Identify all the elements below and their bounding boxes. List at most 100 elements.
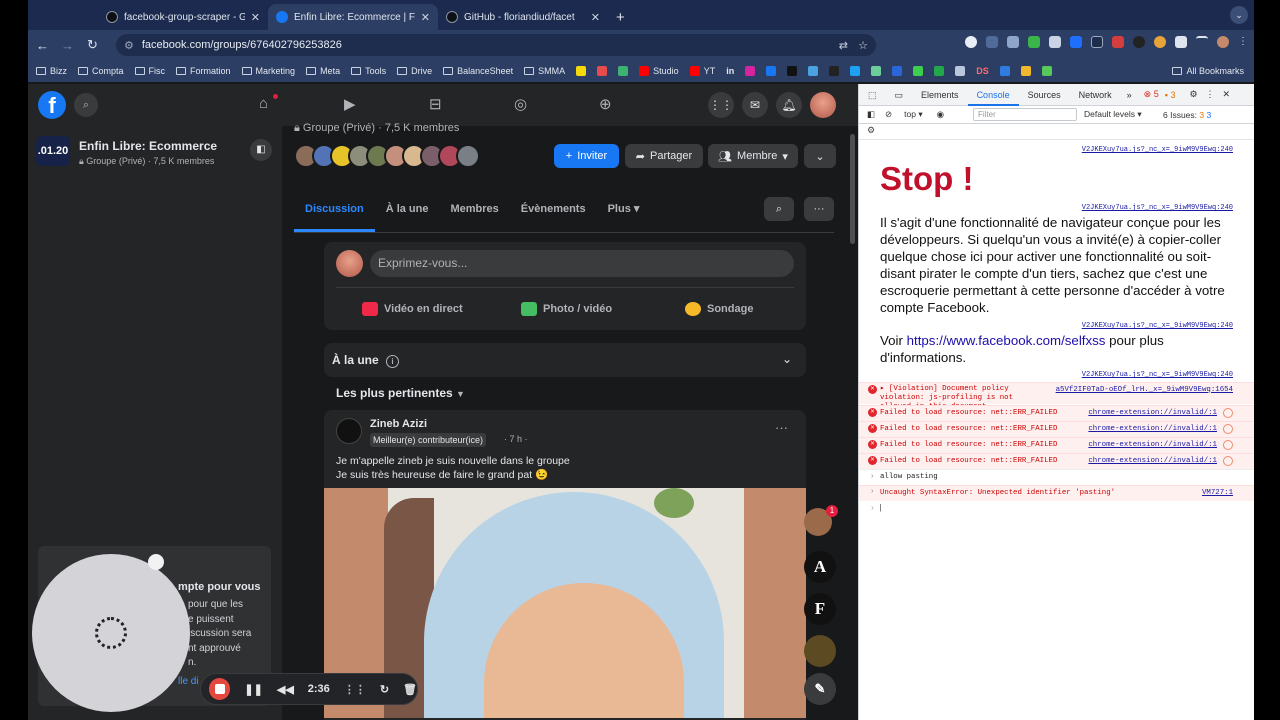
log-source-link[interactable]: V2JKEXuy7ua.js?_nc_x=_9iwM9V9Ewq:240 — [1082, 146, 1233, 154]
chevron-down-icon[interactable]: ⌄ — [782, 352, 792, 366]
extension-icon[interactable] — [986, 36, 998, 48]
sidebar-toggle-icon[interactable]: ◧ — [250, 139, 272, 161]
extension-icon[interactable] — [1007, 36, 1019, 48]
bookmark-icon[interactable] — [871, 66, 882, 76]
bookmark-folder[interactable]: Fisc — [134, 66, 165, 76]
console-settings-icon[interactable]: ⚙ — [867, 125, 875, 136]
home-icon[interactable]: ⌂ — [259, 95, 268, 112]
violation-source[interactable]: a5Vf2IF0TaD-oEOf_lrH._x=_9iwM9V9Ewq:1654 — [1056, 386, 1233, 394]
rewind-icon[interactable]: ◀◀ — [277, 683, 294, 696]
new-message-icon[interactable]: ✎ — [804, 673, 836, 705]
member-avatars[interactable] — [294, 144, 480, 168]
bookmark-folder[interactable]: Compta — [78, 66, 124, 76]
devtools-tab-console[interactable]: Console — [967, 84, 1019, 106]
extension-icon[interactable] — [1133, 36, 1145, 48]
all-bookmarks[interactable]: All Bookmarks — [1172, 66, 1244, 76]
address-bar[interactable]: ⚙ facebook.com/groups/676402796253826 ⇄ … — [116, 34, 876, 56]
back-icon[interactable]: ← — [30, 38, 55, 53]
bookmark-studio[interactable]: Studio — [639, 66, 679, 76]
search-icon[interactable]: ⌕ — [74, 93, 98, 117]
group-search-icon[interactable]: ⌕ — [764, 197, 794, 221]
bookmark-icon[interactable] — [1020, 66, 1031, 76]
messenger-icon[interactable]: ✉ — [742, 92, 768, 118]
bookmark-icon[interactable] — [618, 66, 629, 76]
error-count-badge[interactable]: ⊗ 5 — [1144, 89, 1159, 100]
devtools-tab-sources[interactable]: Sources — [1019, 84, 1070, 106]
group-thumbnail[interactable]: .01.20 — [36, 136, 70, 166]
linkedin-icon[interactable]: in — [726, 66, 734, 76]
log-source-link[interactable]: V2JKEXuy7ua.js?_nc_x=_9iwM9V9Ewq:240 — [1082, 371, 1233, 379]
bookmark-icon[interactable] — [829, 66, 840, 76]
tab-scraper[interactable]: facebook-group-scraper - Git ✕ — [98, 4, 268, 30]
error-source[interactable]: chrome-extension://invalid/:1 — [1088, 409, 1217, 417]
trash-icon[interactable]: 🗑︎ — [403, 683, 417, 696]
chat-head-f[interactable]: F — [804, 593, 836, 625]
chat-head-a[interactable]: A — [804, 551, 836, 583]
devtools-tab-elements[interactable]: Elements — [912, 84, 968, 106]
bookmark-icon[interactable] — [955, 66, 966, 76]
sidebar-icon[interactable]: ◧ — [867, 109, 875, 120]
translate-icon[interactable]: ⇄ — [839, 39, 848, 52]
inspect-icon[interactable]: ⬚ — [859, 84, 886, 106]
reload-icon[interactable]: ↻ — [80, 37, 105, 53]
reading-list-icon[interactable] — [1196, 36, 1208, 48]
facebook-logo[interactable]: f — [38, 91, 66, 119]
more-options-icon[interactable]: ··· — [804, 197, 834, 221]
post-time[interactable]: · 7 h · — [504, 434, 528, 444]
stop-recording-button[interactable] — [209, 678, 231, 700]
bookmark-folder[interactable]: Formation — [176, 66, 231, 76]
tab-members[interactable]: Membres — [439, 192, 509, 232]
settings-icon[interactable]: ⚙ — [1189, 89, 1197, 100]
account-avatar[interactable] — [810, 92, 836, 118]
marketplace-icon[interactable]: ⊟ — [429, 95, 442, 113]
grid-icon[interactable]: ⋮⋮ — [344, 683, 366, 696]
groups-icon[interactable]: ◎ — [514, 95, 527, 113]
facebook-icon[interactable] — [766, 66, 777, 76]
extension-icon[interactable] — [1091, 36, 1103, 48]
extension-icon[interactable] — [1028, 36, 1040, 48]
group-name[interactable]: Enfin Libre: Ecommerce — [79, 139, 217, 153]
member-button[interactable]: 👥︎ Membre ▾ — [708, 144, 798, 168]
context-selector[interactable]: top ▾ — [904, 109, 922, 120]
bell-icon[interactable]: 🔔︎ — [776, 92, 802, 118]
bookmark-icon[interactable] — [934, 66, 945, 76]
error-source[interactable]: chrome-extension://invalid/:1 — [1088, 425, 1217, 433]
close-icon[interactable]: ✕ — [591, 11, 600, 24]
more-chevron-button[interactable]: ⌄ — [804, 144, 836, 168]
bookmark-folder[interactable]: SMMA — [524, 66, 565, 76]
bookmark-folder[interactable]: Marketing — [241, 66, 295, 76]
menu-grid-icon[interactable]: ⋮⋮ — [708, 92, 734, 118]
close-icon[interactable]: ✕ — [421, 11, 430, 24]
bookmark-folder[interactable]: Meta — [306, 66, 340, 76]
log-levels-dropdown[interactable]: Default levels ▾ — [1084, 109, 1142, 120]
bookmark-icon[interactable] — [576, 66, 587, 76]
menu-icon[interactable]: ⋮ — [1206, 89, 1215, 100]
video-icon[interactable]: ▶ — [344, 95, 356, 113]
member-avatar[interactable] — [456, 144, 480, 168]
star-icon[interactable]: ☆ — [858, 39, 868, 52]
bookmark-icon[interactable] — [808, 66, 819, 76]
more-options-icon[interactable]: ··· — [775, 420, 788, 435]
bookmark-folder[interactable]: BalanceSheet — [443, 66, 513, 76]
console-prompt[interactable]: › | — [859, 501, 1254, 517]
bookmark-icon[interactable] — [999, 66, 1010, 76]
puzzle-icon[interactable] — [1175, 36, 1187, 48]
info-icon[interactable]: i — [386, 355, 400, 368]
tab-search-icon[interactable]: ⌄ — [1230, 6, 1248, 24]
console-filter-input[interactable]: Filter — [973, 108, 1077, 121]
restart-icon[interactable]: ↻ — [380, 683, 389, 696]
device-icon[interactable]: ▭ — [886, 84, 913, 106]
syntax-error-source[interactable]: VM727:1 — [1202, 489, 1233, 497]
forward-icon[interactable]: → — [55, 38, 80, 53]
post-author[interactable]: Zineb Azizi — [370, 418, 427, 430]
extension-icon[interactable] — [1070, 36, 1082, 48]
more-tabs-icon[interactable]: » — [1121, 90, 1138, 100]
error-source[interactable]: chrome-extension://invalid/:1 — [1088, 441, 1217, 449]
log-source-link[interactable]: V2JKEXuy7ua.js?_nc_x=_9iwM9V9Ewq:240 — [1082, 204, 1233, 212]
gaming-icon[interactable]: ⊕ — [599, 95, 612, 113]
poll-button[interactable]: Sondage — [685, 302, 753, 316]
bookmark-ds[interactable]: DS — [976, 66, 989, 76]
bookmark-yt[interactable]: YT — [689, 66, 715, 76]
overlay-handle[interactable] — [148, 554, 164, 570]
close-icon[interactable]: ✕ — [251, 11, 260, 24]
